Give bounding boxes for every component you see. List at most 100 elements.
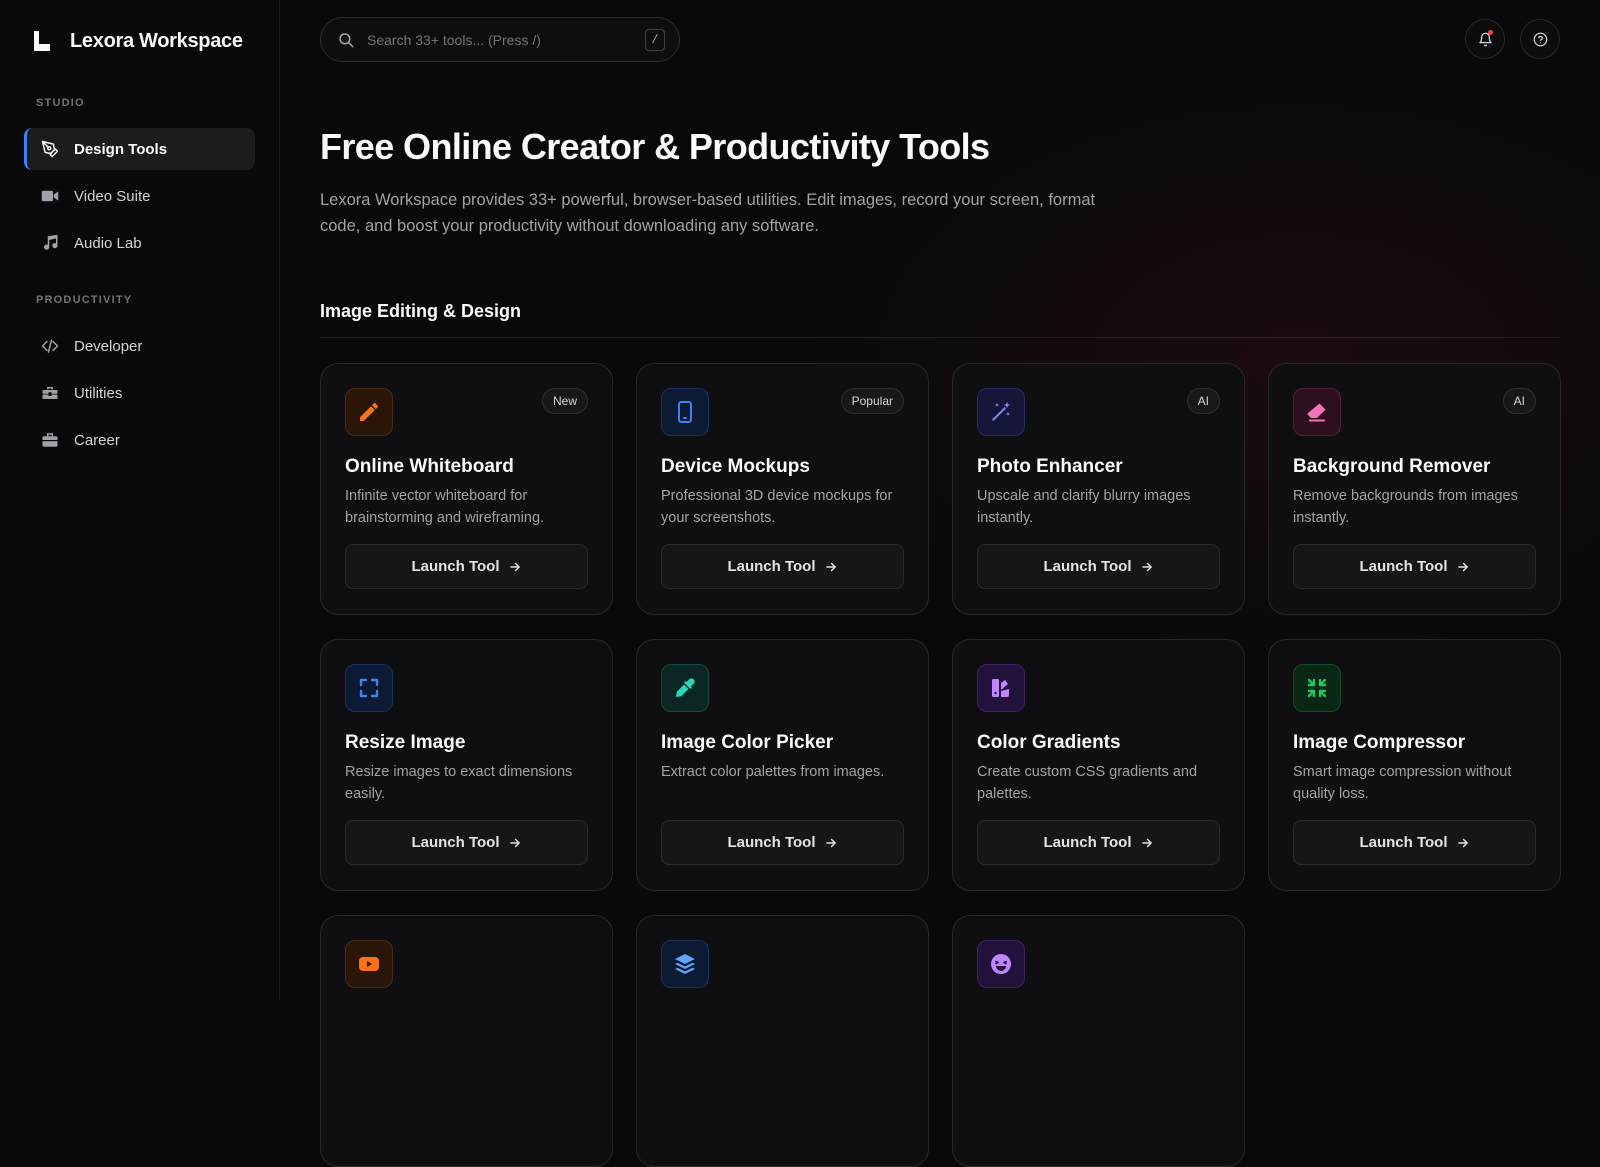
arrow-right-icon bbox=[825, 562, 836, 571]
tool-card-emoji[interactable] bbox=[952, 915, 1245, 1167]
card-description: Resize images to exact dimensions easily… bbox=[345, 764, 573, 802]
music-note-icon bbox=[40, 233, 60, 253]
sidebar-item-video-suite[interactable]: Video Suite bbox=[24, 175, 255, 217]
card-description: Smart image compression without quality … bbox=[1293, 764, 1512, 802]
code-icon bbox=[40, 336, 60, 356]
brand[interactable]: Lexora Workspace bbox=[30, 26, 243, 56]
tool-card-online-whiteboard[interactable]: New Online Whiteboard Infinite vector wh… bbox=[320, 363, 613, 615]
card-title: Background Remover bbox=[1293, 456, 1491, 477]
card-title: Online Whiteboard bbox=[345, 456, 514, 477]
video-camera-icon bbox=[40, 186, 60, 206]
launch-tool-label: Launch Tool bbox=[1043, 558, 1132, 575]
sidebar-item-developer[interactable]: Developer bbox=[24, 325, 255, 367]
notifications-button[interactable] bbox=[1465, 19, 1505, 59]
laughing-face-icon bbox=[977, 940, 1025, 988]
card-title: Resize Image bbox=[345, 732, 466, 753]
question-circle-icon bbox=[1533, 32, 1547, 46]
arrow-right-icon bbox=[825, 838, 836, 847]
section-divider bbox=[320, 337, 1560, 338]
arrow-right-icon bbox=[1457, 562, 1468, 571]
card-title: Device Mockups bbox=[661, 456, 810, 477]
sidebar-item-label: Career bbox=[74, 431, 120, 449]
sidebar-item-label: Developer bbox=[74, 337, 143, 355]
search-shortcut-key: / bbox=[645, 28, 665, 51]
arrow-right-icon bbox=[1457, 838, 1468, 847]
card-title: Image Compressor bbox=[1293, 732, 1466, 753]
sidebar-section-studio: STUDIO bbox=[36, 97, 85, 109]
magic-wand-icon bbox=[977, 388, 1025, 436]
eraser-icon bbox=[1293, 388, 1341, 436]
search-icon bbox=[339, 32, 354, 47]
tool-card-youtube[interactable] bbox=[320, 915, 613, 1167]
sidebar-item-design-tools[interactable]: Design Tools bbox=[24, 128, 255, 170]
sidebar-item-audio-lab[interactable]: Audio Lab bbox=[24, 222, 255, 264]
launch-tool-label: Launch Tool bbox=[727, 834, 816, 851]
help-button[interactable] bbox=[1520, 19, 1560, 59]
card-description: Upscale and clarify blurry images instan… bbox=[977, 488, 1191, 526]
tool-card-background-remover[interactable]: AI Background Remover Remove backgrounds… bbox=[1268, 363, 1561, 615]
pencil-icon bbox=[345, 388, 393, 436]
tool-card-image-compressor[interactable]: Image Compressor Smart image compression… bbox=[1268, 639, 1561, 891]
search-input[interactable] bbox=[367, 31, 645, 48]
launch-tool-label: Launch Tool bbox=[1359, 558, 1448, 575]
tool-card-device-mockups[interactable]: Popular Device Mockups Professional 3D d… bbox=[636, 363, 929, 615]
arrow-right-icon bbox=[1141, 562, 1152, 571]
sidebar-item-label: Utilities bbox=[74, 384, 123, 402]
launch-tool-button[interactable]: Launch Tool bbox=[345, 544, 588, 589]
launch-tool-button[interactable]: Launch Tool bbox=[977, 544, 1220, 589]
compress-icon bbox=[1293, 664, 1341, 712]
sidebar-section-productivity: PRODUCTIVITY bbox=[36, 294, 133, 306]
status-badge: AI bbox=[1502, 388, 1536, 414]
card-description: Remove backgrounds from images instantly… bbox=[1293, 488, 1518, 526]
tool-card-resize-image[interactable]: Resize Image Resize images to exact dime… bbox=[320, 639, 613, 891]
toolbox-icon bbox=[40, 383, 60, 403]
card-description: Professional 3D device mockups for your … bbox=[661, 488, 893, 526]
launch-tool-button[interactable]: Launch Tool bbox=[977, 820, 1220, 865]
sidebar: Lexora Workspace STUDIO Design Tools Vid… bbox=[0, 0, 280, 1000]
card-title: Photo Enhancer bbox=[977, 456, 1123, 477]
notification-dot bbox=[1488, 30, 1493, 35]
launch-tool-label: Launch Tool bbox=[411, 834, 500, 851]
lexora-logo-icon bbox=[34, 31, 50, 51]
sidebar-item-utilities[interactable]: Utilities bbox=[24, 372, 255, 414]
eyedropper-icon bbox=[661, 664, 709, 712]
launch-tool-button[interactable]: Launch Tool bbox=[661, 820, 904, 865]
briefcase-icon bbox=[40, 430, 60, 450]
tool-card-layers[interactable] bbox=[636, 915, 929, 1167]
card-title: Image Color Picker bbox=[661, 732, 834, 753]
arrow-right-icon bbox=[509, 838, 520, 847]
sidebar-item-label: Design Tools bbox=[74, 140, 168, 158]
status-badge: New bbox=[541, 388, 588, 414]
arrow-right-icon bbox=[1141, 838, 1152, 847]
sidebar-item-career[interactable]: Career bbox=[24, 419, 255, 461]
launch-tool-button[interactable]: Launch Tool bbox=[345, 820, 588, 865]
launch-tool-button[interactable]: Launch Tool bbox=[1293, 544, 1536, 589]
card-description: Extract color palettes from images. bbox=[661, 764, 885, 780]
status-badge: Popular bbox=[840, 388, 904, 414]
expand-icon bbox=[345, 664, 393, 712]
pen-nib-icon bbox=[40, 139, 60, 159]
youtube-play-icon bbox=[345, 940, 393, 988]
card-title: Color Gradients bbox=[977, 732, 1121, 753]
arrow-right-icon bbox=[509, 562, 520, 571]
tool-card-color-gradients[interactable]: Color Gradients Create custom CSS gradie… bbox=[952, 639, 1245, 891]
section-title: Image Editing & Design bbox=[320, 301, 522, 321]
tool-card-photo-enhancer[interactable]: AI Photo Enhancer Upscale and clarify bl… bbox=[952, 363, 1245, 615]
page-title: Free Online Creator & Productivity Tools bbox=[320, 126, 990, 167]
tool-card-image-color-picker[interactable]: Image Color Picker Extract color palette… bbox=[636, 639, 929, 891]
launch-tool-label: Launch Tool bbox=[1043, 834, 1132, 851]
swatchbook-icon bbox=[977, 664, 1025, 712]
search-bar[interactable]: / bbox=[320, 17, 680, 62]
card-description: Infinite vector whiteboard for brainstor… bbox=[345, 488, 545, 526]
page-description: Lexora Workspace provides 33+ powerful, … bbox=[320, 191, 1096, 235]
layers-icon bbox=[661, 940, 709, 988]
launch-tool-button[interactable]: Launch Tool bbox=[661, 544, 904, 589]
brand-name: Lexora Workspace bbox=[70, 29, 243, 52]
sidebar-item-label: Video Suite bbox=[74, 187, 151, 205]
status-badge: AI bbox=[1186, 388, 1220, 414]
mobile-device-icon bbox=[661, 388, 709, 436]
launch-tool-button[interactable]: Launch Tool bbox=[1293, 820, 1536, 865]
sidebar-item-label: Audio Lab bbox=[74, 234, 142, 252]
card-description: Create custom CSS gradients and palettes… bbox=[977, 764, 1198, 802]
launch-tool-label: Launch Tool bbox=[1359, 834, 1448, 851]
